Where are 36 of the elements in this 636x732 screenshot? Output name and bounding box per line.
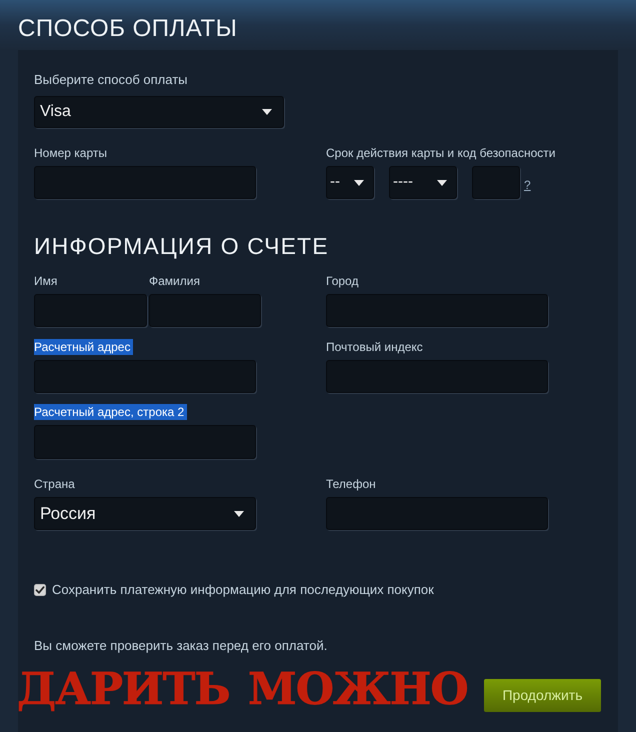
- field-label: Срок действия карты и код безопасности: [326, 145, 556, 161]
- caret-icon: [354, 180, 364, 186]
- help-link[interactable]: ?: [524, 178, 531, 192]
- field-label: Номер карты: [34, 145, 107, 161]
- phone-input[interactable]: [326, 497, 548, 530]
- first-name-input[interactable]: [34, 294, 147, 327]
- security-code-input[interactable]: [472, 166, 520, 199]
- last-name-input[interactable]: [149, 294, 261, 327]
- year-dropdown[interactable]: ----: [389, 166, 457, 199]
- field-label: Расчетный адрес, строка 2: [34, 404, 188, 420]
- card-number-input[interactable]: [34, 166, 256, 199]
- field-label: Город: [326, 273, 358, 289]
- field-label: Почтовый индекс: [326, 339, 423, 355]
- field-label: Страна: [34, 476, 75, 492]
- billing-address-line-2-input[interactable]: [34, 425, 256, 459]
- section-title: СПОСОБ ОПЛАТЫ: [18, 14, 238, 44]
- caret-icon: [437, 180, 447, 186]
- city-input[interactable]: [326, 294, 548, 327]
- payment-method-dropdown[interactable]: Visa: [34, 96, 284, 128]
- billing-address-input[interactable]: [34, 360, 256, 393]
- month-dropdown[interactable]: --: [326, 166, 374, 199]
- field-label: Фамилия: [149, 273, 200, 289]
- postal-code-input[interactable]: [326, 360, 548, 393]
- overlay-caption: ДАРИТЬ МОЖНО: [17, 668, 468, 712]
- info-text: Вы сможете проверить заказ перед его оплатой.: [34, 638, 328, 654]
- checkbox[interactable]: [34, 584, 46, 596]
- section-title: ИНФОРМАЦИЯ О СЧЕТЕ: [34, 232, 329, 260]
- continue-button[interactable]: Продолжить: [484, 679, 601, 712]
- field-label: Имя: [34, 273, 58, 289]
- caret-icon: [262, 109, 272, 115]
- field-label: Выберите способ оплаты: [34, 72, 188, 88]
- country-dropdown[interactable]: Россия: [34, 497, 256, 530]
- caret-icon: [234, 510, 244, 516]
- checkbox-label: Сохранить платежную информацию для последующих покупок: [52, 582, 434, 598]
- field-label: Расчетный адрес: [34, 339, 134, 355]
- field-label: Телефон: [326, 476, 376, 492]
